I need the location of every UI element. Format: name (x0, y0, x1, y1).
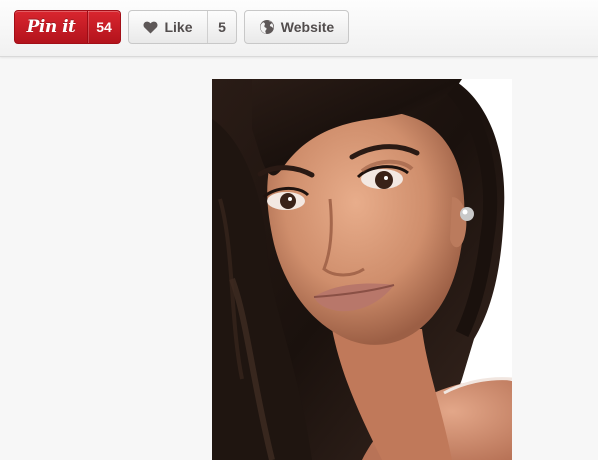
like-button[interactable]: Like 5 (128, 10, 237, 44)
portrait-photo (212, 79, 512, 460)
heart-icon (143, 21, 158, 34)
like-count: 5 (207, 11, 236, 43)
pin-it-label[interactable]: Pin it (15, 11, 87, 43)
like-button-main[interactable]: Like (129, 11, 207, 43)
pin-action-toolbar: Pin it 54 Like 5 Website (0, 0, 598, 57)
website-button-main[interactable]: Website (245, 11, 348, 43)
pin-image[interactable] (212, 79, 512, 460)
pin-it-button[interactable]: Pin it 54 (14, 10, 121, 44)
like-label: Like (164, 19, 193, 35)
website-label: Website (280, 19, 335, 35)
globe-icon (259, 19, 275, 35)
repin-count: 54 (87, 11, 120, 43)
website-button[interactable]: Website (244, 10, 349, 44)
